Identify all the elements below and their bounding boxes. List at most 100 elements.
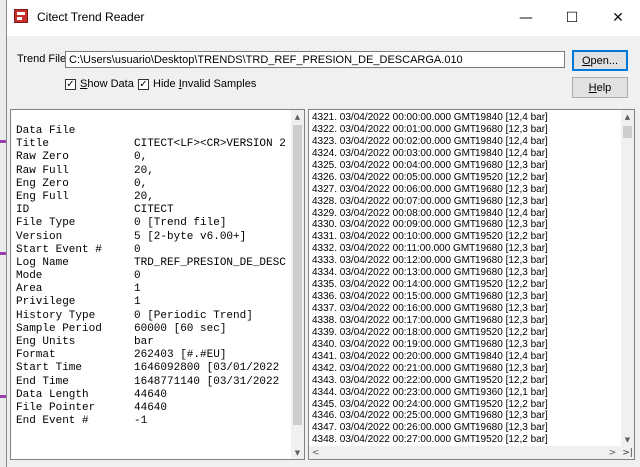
sample-row[interactable]: 4346. 03/04/2022 00:25:00.000 GMT19680 […: [312, 410, 548, 422]
hide-invalid-samples-label[interactable]: Hide Invalid Samples: [153, 78, 256, 90]
scroll-down-icon[interactable]: ▼: [621, 433, 634, 446]
file-info-value: 0 [Trend file]: [134, 217, 227, 230]
file-info-value: 0,: [134, 151, 148, 164]
sample-value: 19840 [12,4 bar]: [475, 135, 548, 147]
samples-list: 4321. 03/04/2022 00:00:00.000 GMT 19840 […: [312, 112, 548, 458]
sample-row[interactable]: 4330. 03/04/2022 00:09:00.000 GMT19680 […: [312, 219, 548, 231]
sample-value: 19680 [12,3 bar]: [475, 314, 548, 326]
file-info-row: File Type 0 [Trend file]: [16, 217, 286, 230]
help-button[interactable]: Help: [572, 77, 628, 98]
sample-row[interactable]: 4337. 03/04/2022 00:16:00.000 GMT19680 […: [312, 303, 548, 315]
sample-row[interactable]: 4339. 03/04/2022 00:18:00.000 GMT19520 […: [312, 327, 548, 339]
file-info-key: Mode: [16, 270, 43, 283]
sample-timestamp: 4339. 03/04/2022 00:18:00.000 GMT: [312, 326, 477, 338]
file-info-key: Raw Full: [16, 164, 69, 177]
sample-row[interactable]: 4324. 03/04/2022 00:03:00.000 GMT19840 […: [312, 148, 548, 160]
file-info-row: Format 262403 [#.#EU]: [16, 349, 286, 362]
file-info-value: 60000 [60 sec]: [134, 322, 227, 335]
sample-row[interactable]: 4325. 03/04/2022 00:04:00.000 GMT19680 […: [312, 160, 548, 172]
file-info-key: Eng Units: [16, 336, 76, 348]
sample-row[interactable]: 4347. 03/04/2022 00:26:00.000 GMT19680 […: [312, 422, 548, 434]
file-info-value: 44640: [134, 401, 168, 414]
sample-timestamp: 4333. 03/04/2022 00:12:00.000 GMT: [312, 255, 477, 267]
title-bar[interactable]: Citect Trend Reader — ☐ ✕: [7, 0, 640, 36]
file-info-key: Format: [16, 349, 56, 362]
sample-row[interactable]: 4323. 03/04/2022 00:02:00.000 GMT19840 […: [312, 136, 548, 148]
sample-row[interactable]: 4328. 03/04/2022 00:07:00.000 GMT19680 […: [312, 196, 548, 208]
file-info-key: Version: [16, 230, 63, 243]
file-info-key: End Event #: [16, 415, 89, 428]
sample-row[interactable]: 4348. 03/04/2022 00:27:00.000 GMT19520 […: [312, 434, 548, 446]
file-info-value: 20,: [134, 164, 154, 177]
show-data-checkbox[interactable]: ✓: [65, 79, 76, 90]
sample-value: 19840 [12,4 bar]: [475, 147, 548, 159]
sample-timestamp: 4327. 03/04/2022 00:06:00.000 GMT: [312, 183, 477, 195]
window-title: Citect Trend Reader: [37, 10, 145, 24]
sample-row[interactable]: 4333. 03/04/2022 00:12:00.000 GMT19680 […: [312, 255, 548, 267]
sample-row[interactable]: 4327. 03/04/2022 00:06:00.000 GMT19680 […: [312, 184, 548, 196]
file-info-panel[interactable]: Data File Title CITECT<LF><CR>VERSION 2 Raw…: [10, 109, 305, 460]
file-info-row: Start Time 1646092800 [03/01/2022: [16, 362, 286, 375]
scroll-up-icon[interactable]: ▲: [621, 110, 634, 123]
scroll-thumb[interactable]: [293, 125, 302, 425]
minimize-button[interactable]: —: [503, 0, 549, 36]
samples-horizontal-scrollbar[interactable]: < >: [309, 446, 621, 459]
sample-row[interactable]: 4331. 03/04/2022 00:10:00.000 GMT19520 […: [312, 231, 548, 243]
sample-timestamp: 4328. 03/04/2022 00:07:00.000 GMT: [312, 195, 477, 207]
sample-row[interactable]: 4332. 03/04/2022 00:11:00.000 GMT19680 […: [312, 243, 548, 255]
sample-row[interactable]: 4341. 03/04/2022 00:20:00.000 GMT19840 […: [312, 351, 548, 363]
file-info-row: Data Length 44640: [16, 389, 286, 402]
scroll-right-icon[interactable]: >: [606, 446, 619, 459]
scroll-to-end-icon[interactable]: >|: [621, 446, 634, 459]
sample-timestamp: 4325. 03/04/2022 00:04:00.000 GMT: [312, 159, 477, 171]
file-info-key: Title: [16, 138, 50, 151]
close-button[interactable]: ✕: [595, 0, 640, 36]
hide-invalid-samples-checkbox[interactable]: ✓: [138, 79, 149, 90]
sample-timestamp: 4321. 03/04/2022 00:00:00.000 GMT: [312, 112, 477, 123]
sample-timestamp: 4347. 03/04/2022 00:26:00.000 GMT: [312, 422, 477, 434]
file-info-row: Log Name TRD_REF_PRESION_DE_DESC: [16, 257, 286, 270]
sample-value: 19680 [12,3 bar]: [475, 243, 548, 255]
sample-row[interactable]: 4338. 03/04/2022 00:17:00.000 GMT19680 […: [312, 315, 548, 327]
file-info-value: 1646092800 [03/01/2022: [134, 362, 280, 375]
sample-timestamp: 4338. 03/04/2022 00:17:00.000 GMT: [312, 314, 477, 326]
file-info-value: 1: [134, 283, 141, 296]
hide-invalid-text: nvalid Samples: [181, 78, 257, 90]
scroll-thumb[interactable]: [623, 126, 632, 138]
trend-file-path-input[interactable]: [65, 51, 565, 68]
sample-row[interactable]: 4342. 03/04/2022 00:21:00.000 GMT19680 […: [312, 363, 548, 375]
file-info-row: ID CITECT: [16, 204, 286, 217]
open-button[interactable]: Open...: [572, 50, 628, 71]
scroll-up-icon[interactable]: ▲: [291, 110, 304, 123]
maximize-button[interactable]: ☐: [549, 0, 595, 36]
sample-row[interactable]: 4329. 03/04/2022 00:08:00.000 GMT19840 […: [312, 208, 548, 220]
sample-timestamp: 4336. 03/04/2022 00:15:00.000 GMT: [312, 291, 477, 303]
sample-row[interactable]: 4322. 03/04/2022 00:01:00.000 GMT19680 […: [312, 124, 548, 136]
scroll-down-icon[interactable]: ▼: [291, 446, 304, 459]
check-mark-icon: ✓: [66, 79, 75, 90]
sample-row[interactable]: 4336. 03/04/2022 00:15:00.000 GMT19680 […: [312, 291, 548, 303]
scroll-left-icon[interactable]: <: [309, 446, 322, 459]
sample-timestamp: 4326. 03/04/2022 00:05:00.000 GMT: [312, 171, 477, 183]
sample-row[interactable]: 4335. 03/04/2022 00:14:00.000 GMT19520 […: [312, 279, 548, 291]
samples-panel[interactable]: 4321. 03/04/2022 00:00:00.000 GMT 19840 […: [308, 109, 635, 460]
sample-value: 19520 [12,2 bar]: [475, 279, 548, 291]
sample-row[interactable]: 4343. 03/04/2022 00:22:00.000 GMT19520 […: [312, 375, 548, 387]
sample-row[interactable]: 4321. 03/04/2022 00:00:00.000 GMT19840 […: [312, 112, 548, 124]
file-info-row: Version 5 [2-byte v6.00+]: [16, 231, 286, 244]
sample-row[interactable]: 4326. 03/04/2022 00:05:00.000 GMT19520 […: [312, 172, 548, 184]
sample-timestamp: 4332. 03/04/2022 00:11:00.000 GMT: [312, 243, 476, 255]
sample-timestamp: 4337. 03/04/2022 00:16:00.000 GMT: [312, 303, 477, 314]
show-data-label[interactable]: Show Data: [80, 78, 134, 90]
sample-row[interactable]: 4344. 03/04/2022 00:23:00.000 GMT19360 […: [312, 387, 548, 399]
samples-vertical-scrollbar[interactable]: ▲ ▼: [621, 110, 634, 446]
sample-row[interactable]: 4345. 03/04/2022 00:24:00.000 GMT19520 […: [312, 399, 548, 411]
sample-timestamp: 4322. 03/04/2022 00:01:00.000 GMT: [312, 123, 477, 135]
sample-row[interactable]: 4334. 03/04/2022 00:13:00.000 GMT19680 […: [312, 267, 548, 279]
sample-row[interactable]: 4340. 03/04/2022 00:19:00.000 GMT19680 […: [312, 339, 548, 351]
file-info-vertical-scrollbar[interactable]: ▲ ▼: [291, 110, 304, 459]
file-info-value: 1648771140 [03/31/2022: [134, 375, 280, 388]
file-info-value: CITECT: [134, 204, 174, 217]
file-info-key: End Time: [16, 375, 69, 388]
help-button-accel: H: [588, 81, 597, 94]
